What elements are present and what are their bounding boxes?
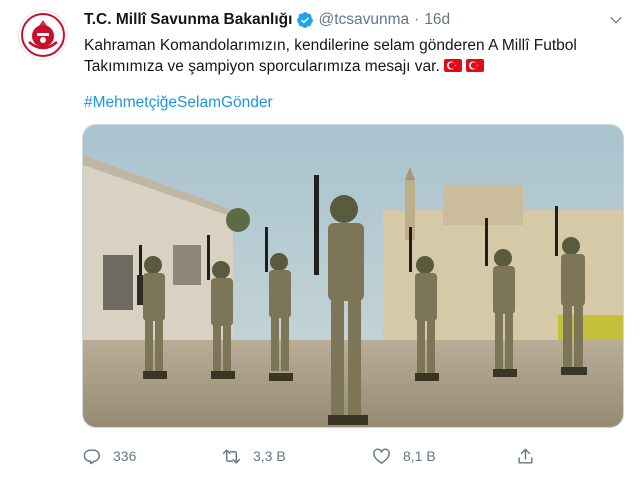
turkish-flag-icon <box>465 59 484 72</box>
reply-icon <box>83 448 100 464</box>
tweet-card[interactable]: T.C. Millî Savunma Bakanlığı @tcsavunma … <box>0 0 640 490</box>
reply-count: 336 <box>113 448 137 464</box>
share-button[interactable] <box>516 447 535 466</box>
turkish-flag-icon <box>443 59 462 72</box>
tweet-text-line-1: Kahraman Komandolarımızın, kendilerine s… <box>84 37 577 54</box>
tweet-actions: 336 3,3 B 8,1 B <box>82 442 552 470</box>
share-icon <box>518 448 533 464</box>
like-icon <box>373 448 390 464</box>
like-count: 8,1 B <box>403 448 436 464</box>
verified-badge-icon <box>297 12 314 28</box>
author-name[interactable]: T.C. Millî Savunma Bakanlığı <box>84 11 292 29</box>
hashtag-link[interactable]: #MehmetçiğeSelamGönder <box>84 94 273 112</box>
like-button[interactable]: 8,1 B <box>372 447 436 466</box>
reply-button[interactable]: 336 <box>82 447 136 466</box>
chevron-down-icon[interactable] <box>608 12 624 28</box>
tweet-text: Kahraman Komandolarımızın, kendilerine s… <box>84 35 614 77</box>
author-handle[interactable]: @tcsavunma <box>318 11 409 29</box>
retweet-button[interactable]: 3,3 B <box>222 447 286 466</box>
video-thumbnail[interactable] <box>82 124 624 428</box>
soldier-group-image <box>83 125 623 427</box>
retweet-count: 3,3 B <box>253 448 286 464</box>
tweet-header: T.C. Millî Savunma Bakanlığı @tcsavunma … <box>84 9 450 31</box>
tweet-text-line-2: Takımımıza ve şampiyon sporcularımıza me… <box>84 56 614 77</box>
tweet-timestamp[interactable]: 16d <box>424 11 450 29</box>
ministry-logo-icon[interactable] <box>18 10 68 60</box>
retweet-icon <box>222 448 241 464</box>
header-separator: · <box>414 11 420 28</box>
tweet-text-line-2-content: Takımımıza ve şampiyon sporcularımıza me… <box>84 58 440 75</box>
